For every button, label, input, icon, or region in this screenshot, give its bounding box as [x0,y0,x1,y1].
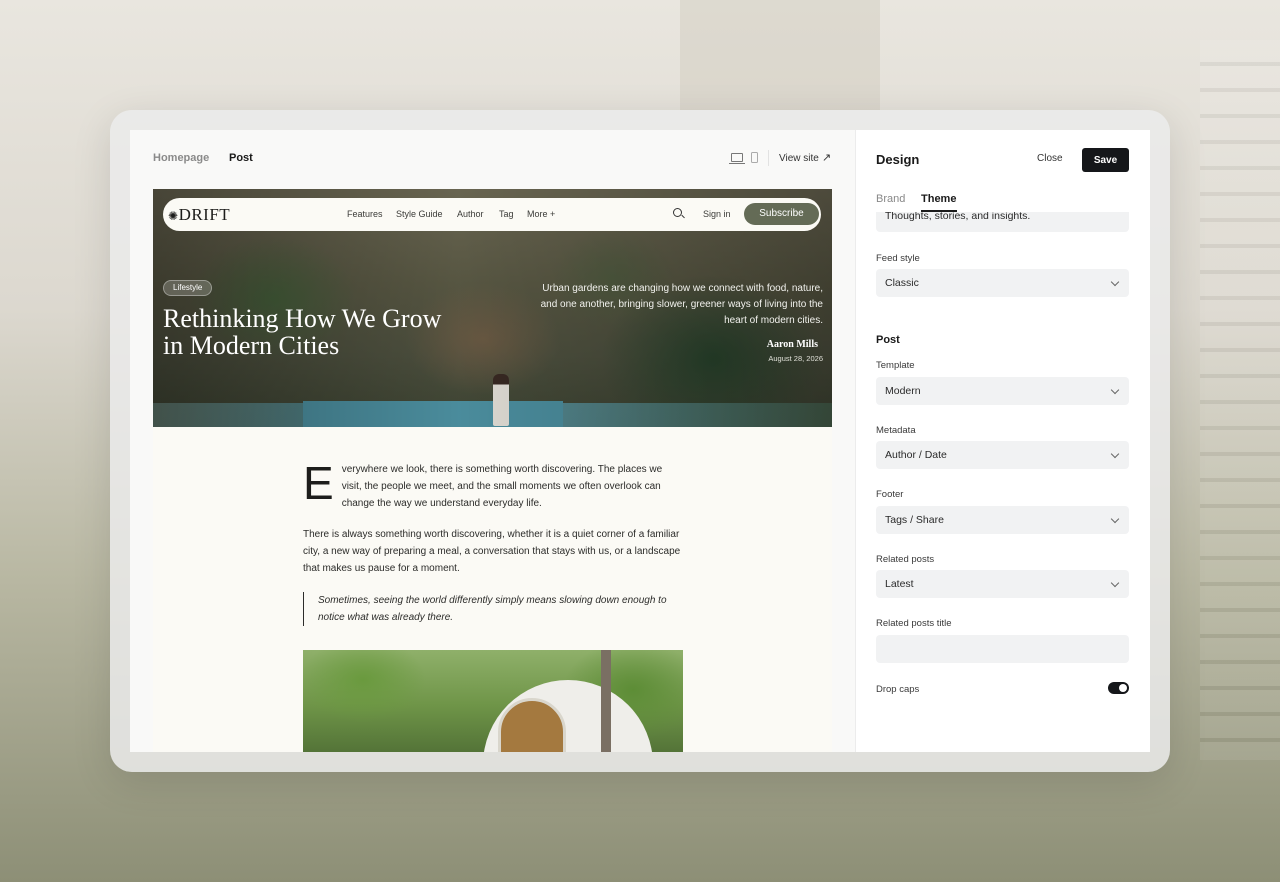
paragraph: There is always something worth discover… [303,529,681,574]
nav-more[interactable]: More + [527,209,555,219]
post-section-heading: Post [876,334,900,346]
related-posts-value: Latest [885,578,914,590]
nav-tag[interactable]: Tag [499,209,514,219]
logo-mark-icon: ✺ [168,209,179,223]
design-editor-window: Homepage Post View site ↗ ✺DRIFT Feature… [130,130,1150,752]
tab-homepage[interactable]: Homepage [153,152,209,164]
feed-style-select[interactable]: Classic [876,269,1129,297]
search-icon[interactable] [673,208,682,217]
chevron-down-icon [1110,385,1120,395]
post-date: August 28, 2026 [768,354,823,363]
desktop-icon[interactable] [729,153,745,164]
nav-style-guide[interactable]: Style Guide [396,209,443,219]
mobile-icon[interactable] [751,152,758,163]
tab-theme[interactable]: Theme [921,193,956,205]
article-body: Everywhere we look, there is something w… [303,457,683,626]
feed-style-value: Classic [885,277,919,289]
site-description-field[interactable]: Thoughts, stories, and insights. [876,212,1129,232]
tab-post[interactable]: Post [229,152,253,164]
subscribe-button[interactable]: Subscribe [744,203,819,225]
view-site-link[interactable]: View site [779,153,819,164]
footer-label: Footer [876,489,904,500]
feed-style-label: Feed style [876,253,920,264]
post-excerpt: Urban gardens are changing how we connec… [540,283,823,326]
related-posts-title-input[interactable] [876,635,1129,663]
sidebar-title: Design [876,152,920,167]
post-tag[interactable]: Lifestyle [163,280,213,296]
template-label: Template [876,360,915,371]
drop-caps-toggle[interactable] [1108,682,1129,694]
chevron-down-icon [1110,578,1120,588]
settings-scroll-area[interactable]: Thoughts, stories, and insights. Feed st… [856,212,1150,752]
article-image [303,650,683,752]
post-preview: ✺DRIFT Features Style Guide Author Tag M… [153,189,832,752]
nav-features[interactable]: Features [347,209,383,219]
logo-text: DRIFT [178,205,231,224]
background-pillar [680,0,880,110]
related-posts-label: Related posts [876,554,935,565]
chevron-down-icon [1110,277,1120,287]
hero-image: ✺DRIFT Features Style Guide Author Tag M… [153,189,832,427]
sign-in-link[interactable]: Sign in [703,209,731,219]
metadata-label: Metadata [876,425,916,436]
site-navbar: ✺DRIFT Features Style Guide Author Tag M… [163,198,821,231]
pole [601,650,611,752]
toolbar-divider [768,150,769,166]
save-button[interactable]: Save [1082,148,1129,172]
drop-cap: E [303,457,334,509]
site-logo[interactable]: ✺DRIFT [168,205,230,225]
first-paragraph: Everywhere we look, there is something w… [303,457,683,513]
chevron-down-icon [1110,514,1120,524]
site-description-value: Thoughts, stories, and insights. [885,212,1031,222]
close-button[interactable]: Close [1037,153,1063,164]
chevron-down-icon [1110,449,1120,459]
blockquote: Sometimes, seeing the world differently … [303,592,683,626]
related-posts-title-label: Related posts title [876,618,952,629]
preview-toolbar: Homepage Post View site ↗ [130,130,855,188]
nav-author[interactable]: Author [457,209,484,219]
footer-select[interactable]: Tags / Share [876,506,1129,534]
related-posts-select[interactable]: Latest [876,570,1129,598]
first-paragraph-text: verywhere we look, there is something wo… [341,464,663,509]
metadata-value: Author / Date [885,449,947,461]
tab-brand[interactable]: Brand [876,193,905,205]
template-value: Modern [885,385,921,397]
external-link-icon[interactable]: ↗ [822,151,831,164]
footer-value: Tags / Share [885,514,944,526]
metadata-select[interactable]: Author / Date [876,441,1129,469]
design-sidebar: Design Close Save Brand Theme Thoughts, … [856,130,1150,752]
drop-caps-label: Drop caps [876,684,920,695]
preview-panel: Homepage Post View site ↗ ✺DRIFT Feature… [130,130,856,752]
background-shutter [1200,40,1280,760]
post-author[interactable]: Aaron Mills [767,339,818,350]
template-select[interactable]: Modern [876,377,1129,405]
post-title: Rethinking How We Grow in Modern Cities [163,304,442,360]
